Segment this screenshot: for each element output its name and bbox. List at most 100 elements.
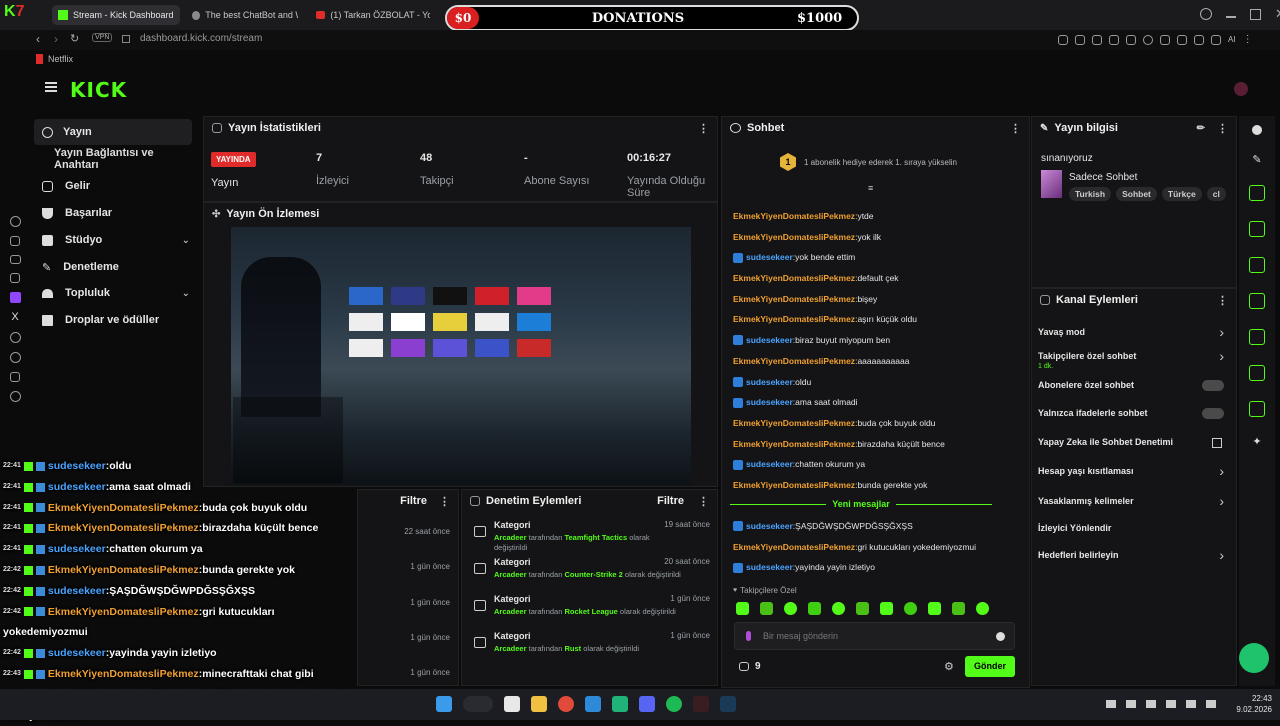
window-icon[interactable] [10,273,20,283]
extension-icon[interactable] [1109,34,1119,45]
emote-icon[interactable] [832,602,845,615]
chat-username[interactable]: sudesekeer [746,330,793,351]
stream-tag[interactable]: Türkçe [1161,187,1202,201]
profile-avatar[interactable] [1234,82,1248,96]
channel-action-item[interactable]: Hedefleri belirleyin › [1038,546,1228,566]
toggle-switch[interactable] [1202,380,1224,391]
discord-icon[interactable] [639,696,655,712]
vpn-badge[interactable]: VPN [92,33,113,42]
tab-kick-dashboard[interactable]: Stream - Kick Dashboard [52,5,180,25]
preview-video[interactable] [231,227,691,485]
mic-icon[interactable] [746,631,751,641]
extension-icon[interactable] [1058,34,1068,45]
chat-message[interactable]: sudesekeer: ama saat olmadi [733,392,1023,413]
channel-action-item[interactable]: İzleyici Yönlendir [1038,519,1228,539]
chat-message[interactable]: sudesekeer: biraz buyut miyopum ben [733,330,1023,351]
chat-message[interactable]: EkmekYiyenDomatesliPekmez: ytde [733,206,1023,227]
steam-icon[interactable] [720,696,736,712]
chat-message[interactable]: sudesekeer: yayinda yayin izletiyo [733,557,1023,578]
chat-input[interactable]: Bir mesaj gönderin [734,622,1015,650]
menu-icon[interactable]: ⋮ [1243,34,1253,45]
obs-icon[interactable] [693,696,709,712]
moderation-item[interactable]: Kategori 1 gün önce Arcadeer tarafından Ru… [472,631,710,665]
extension-icon[interactable] [1092,34,1102,45]
chat-message[interactable]: EkmekYiyenDomatesliPekmez: yok ilk [733,227,1023,248]
moderation-item[interactable]: Kategori 1 gün önce Arcadeer tarafından Ro… [472,594,710,628]
chat-message[interactable]: sudesekeer: oldu [733,372,1023,393]
chat-bubble-icon[interactable] [1249,293,1265,309]
channel-action-item[interactable]: Yasaklanmış kelimeler › [1038,492,1228,512]
chat-username[interactable]: EkmekYiyenDomatesliPekmez [733,289,855,310]
dock-tool-icon[interactable] [1249,185,1265,201]
reload-icon[interactable]: ↻ [70,32,79,45]
chat-username[interactable]: EkmekYiyenDomatesliPekmez [733,268,855,289]
download-icon[interactable] [1194,34,1204,45]
windows-start-icon[interactable] [436,696,452,712]
chat-username[interactable]: EkmekYiyenDomatesliPekmez [733,227,855,248]
info-icon[interactable] [1252,125,1262,135]
extension-icon[interactable] [1075,34,1085,45]
chat-username[interactable]: EkmekYiyenDomatesliPekmez [733,537,855,558]
twitch-icon[interactable] [9,292,21,303]
restore-icon[interactable] [1250,8,1261,20]
settings-icon[interactable] [9,391,21,402]
wifi-icon[interactable] [1186,700,1196,708]
extension-icon[interactable] [1211,34,1221,45]
emoji-icon[interactable] [996,631,1005,641]
sidebar-item-denetleme[interactable]: ✎ Denetleme [42,257,119,277]
chat-message[interactable]: EkmekYiyenDomatesliPekmez: bişey [733,289,1023,310]
chat-username[interactable]: sudesekeer [746,372,793,393]
chat-message[interactable]: EkmekYiyenDomatesliPekmez: bunda gerekte… [733,475,1023,496]
more-icon[interactable]: ⋮ [1217,122,1228,135]
chat-message[interactable]: sudesekeer: yok bende ettim [733,247,1023,268]
moderator-name[interactable]: Arcadeer [494,644,527,653]
bookmark-netflix[interactable]: Netflix [48,54,73,64]
chat-username[interactable]: sudesekeer [746,392,793,413]
history-icon[interactable] [9,216,21,227]
chat-message[interactable]: EkmekYiyenDomatesliPekmez: birazdaha küç… [733,434,1023,455]
game-name[interactable]: Rocket League [564,607,617,616]
volume-icon[interactable] [1206,700,1216,708]
spotify-icon[interactable] [666,696,682,712]
notes-icon[interactable] [1249,257,1265,273]
chat-username[interactable]: EkmekYiyenDomatesliPekmez [733,351,855,372]
chrome-icon[interactable] [558,696,574,712]
chat-message[interactable]: EkmekYiyenDomatesliPekmez: gri kutucukla… [733,537,1023,558]
sidebar-item-gelir[interactable]: Gelir [42,176,90,196]
clock-icon[interactable] [9,352,21,363]
hamburger-icon[interactable] [45,82,57,92]
filter-button[interactable]: Filtre [400,495,427,507]
emote-icon[interactable] [784,602,797,615]
wrench-icon[interactable] [1249,401,1265,417]
sidebar-item-yayin[interactable]: Yayın [34,119,192,145]
sidebar-item-topluluk[interactable]: Topluluk ⌄ [42,283,190,303]
more-icon[interactable]: ⋮ [439,495,450,508]
chat-message[interactable]: sudesekeer: ŞAŞDĞWŞDĞWPDĞSŞĞXŞS [733,516,1023,537]
chat-settings-icon[interactable]: ⚙ [944,660,954,673]
more-icon[interactable]: ⋮ [698,495,709,508]
tray-icon[interactable] [1106,700,1116,708]
emote-icon[interactable] [952,602,965,615]
emote-icon[interactable] [976,602,989,615]
app-icon[interactable] [612,696,628,712]
game-name[interactable]: Teamfight Tactics [564,533,627,542]
chat-username[interactable]: sudesekeer [746,454,793,475]
stack-icon[interactable] [1249,365,1265,381]
external-link-icon[interactable] [1212,438,1222,448]
moderator-name[interactable]: Arcadeer [494,570,527,579]
chat-message[interactable]: EkmekYiyenDomatesliPekmez: aşırı küçük o… [733,309,1023,330]
moderator-name[interactable]: Arcadeer [494,607,527,616]
emote-icon[interactable] [880,602,893,615]
moderation-item[interactable]: Kategori 19 saat önce Arcadeer tarafından … [472,520,710,554]
cube-icon[interactable] [10,372,20,382]
tray-icon[interactable] [1146,700,1156,708]
chat-username[interactable]: sudesekeer [746,247,793,268]
minimize-icon[interactable] [1226,16,1236,18]
url-text[interactable]: dashboard.kick.com/stream [140,33,262,44]
moderator-name[interactable]: Arcadeer [494,533,527,542]
chat-username[interactable]: EkmekYiyenDomatesliPekmez [733,206,855,227]
chat-username[interactable]: sudesekeer [746,557,793,578]
circle-icon[interactable] [9,332,21,343]
stream-tag[interactable]: Turkish [1069,187,1112,201]
task-view-icon[interactable] [504,696,520,712]
